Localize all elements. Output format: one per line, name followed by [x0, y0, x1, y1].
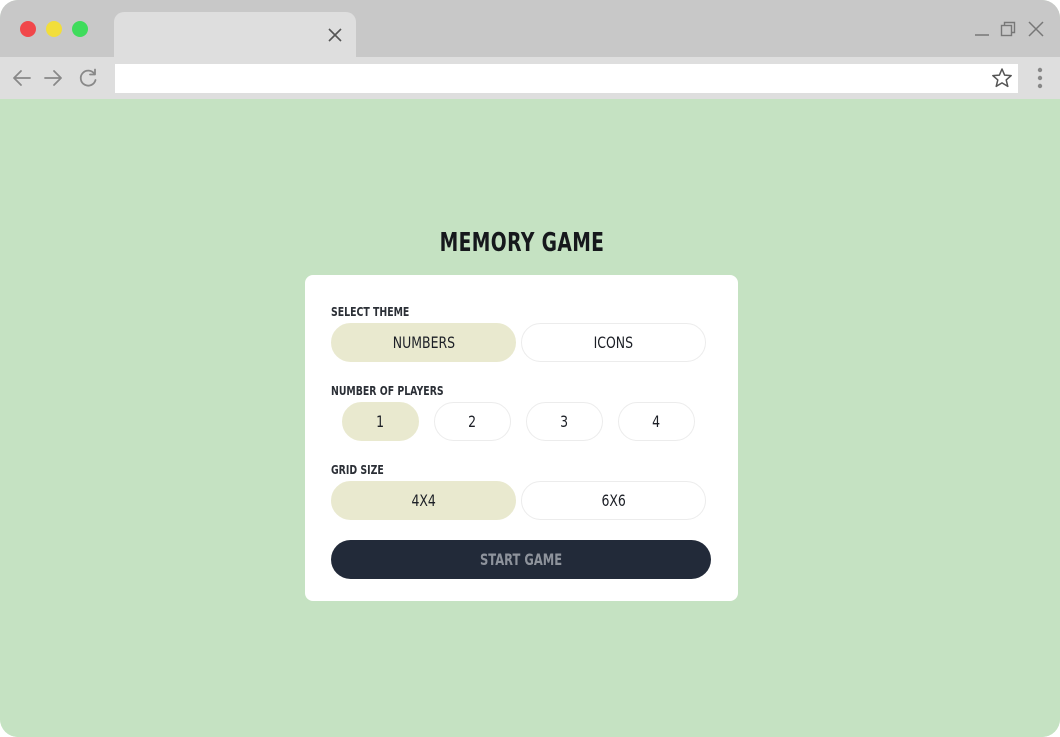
start-game-button[interactable]: START GAME — [331, 540, 711, 579]
close-icon[interactable] — [326, 26, 344, 44]
grid-option-6x6[interactable]: 6X6 — [521, 481, 706, 520]
forward-arrow-icon[interactable] — [42, 67, 64, 89]
option-label: ICONS — [593, 333, 634, 352]
option-label: NUMBERS — [392, 333, 455, 352]
star-icon[interactable] — [991, 67, 1013, 89]
theme-label: SELECT THEME — [331, 305, 410, 319]
browser-tab[interactable] — [114, 12, 356, 58]
start-game-label: START GAME — [479, 550, 563, 569]
address-bar[interactable] — [115, 64, 1018, 93]
page-content: MEMORY GAME SELECT THEME NUMBERS ICONS N… — [0, 99, 1060, 737]
option-label: 3 — [560, 412, 569, 431]
grid-size-label: GRID SIZE — [331, 463, 384, 477]
option-label: 6X6 — [601, 491, 626, 510]
theme-option-numbers[interactable]: NUMBERS — [331, 323, 516, 362]
zoom-window-dot[interactable] — [72, 21, 88, 37]
option-label: 1 — [376, 412, 385, 431]
option-label: 4X4 — [411, 491, 436, 510]
players-option-1[interactable]: 1 — [342, 402, 419, 441]
title-bar — [0, 0, 1060, 58]
reload-icon[interactable] — [77, 67, 99, 89]
window-restore-icon[interactable] — [999, 20, 1017, 38]
players-option-2[interactable]: 2 — [434, 402, 511, 441]
back-arrow-icon[interactable] — [11, 67, 33, 89]
option-label: 4 — [652, 412, 661, 431]
grid-option-4x4[interactable]: 4X4 — [331, 481, 516, 520]
close-window-dot[interactable] — [20, 21, 36, 37]
browser-window: MEMORY GAME SELECT THEME NUMBERS ICONS N… — [0, 0, 1060, 737]
page-title: MEMORY GAME — [439, 228, 605, 258]
minimize-window-dot[interactable] — [46, 21, 62, 37]
option-label: 2 — [468, 412, 477, 431]
kebab-menu-icon[interactable] — [1030, 66, 1050, 90]
window-minimize-icon[interactable] — [973, 20, 991, 38]
players-option-4[interactable]: 4 — [618, 402, 695, 441]
players-option-3[interactable]: 3 — [526, 402, 603, 441]
browser-toolbar — [0, 57, 1060, 99]
window-close-icon[interactable] — [1027, 20, 1045, 38]
settings-card: SELECT THEME NUMBERS ICONS NUMBER OF PLA… — [305, 275, 738, 601]
players-label: NUMBER OF PLAYERS — [331, 384, 444, 398]
theme-option-icons[interactable]: ICONS — [521, 323, 706, 362]
